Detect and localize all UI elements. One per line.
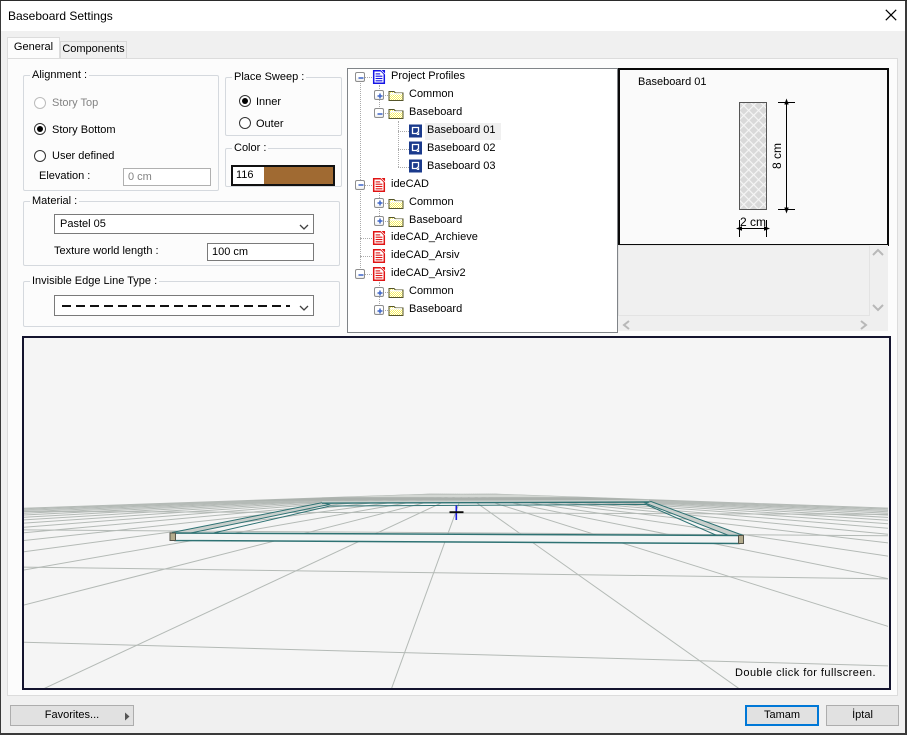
svg-text:8 cm: 8 cm (770, 143, 784, 169)
svg-text:2 cm: 2 cm (740, 215, 766, 229)
svg-text:Baseboard 01: Baseboard 01 (638, 76, 707, 88)
